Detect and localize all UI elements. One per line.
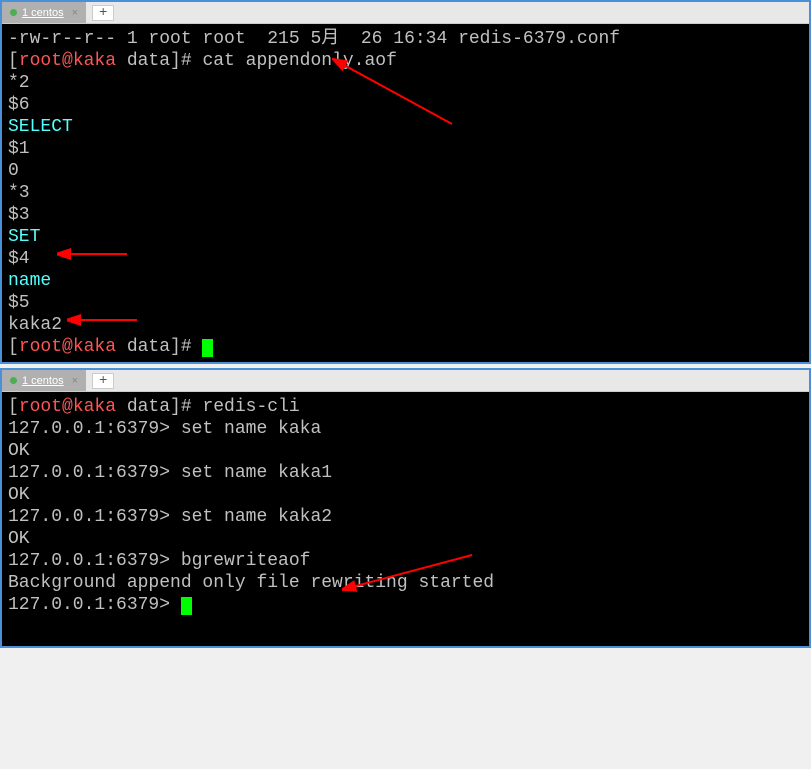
status-dot-icon bbox=[10, 9, 17, 16]
tab-label: 1 centos bbox=[22, 375, 64, 387]
output-line: OK bbox=[8, 528, 803, 550]
terminal-window-1: 1 centos × + -rw-r--r-- 1 root root 215 … bbox=[0, 0, 811, 364]
output-line: $3 bbox=[8, 204, 803, 226]
tab-bar-2: 1 centos × + bbox=[2, 370, 809, 392]
prompt-user: root@kaka bbox=[19, 397, 116, 417]
cursor-icon bbox=[181, 597, 192, 615]
terminal-body-2[interactable]: [root@kaka data]# redis-cli 127.0.0.1:63… bbox=[2, 392, 809, 646]
tab-centos-2[interactable]: 1 centos × bbox=[2, 370, 86, 391]
terminal-body-1[interactable]: -rw-r--r-- 1 root root 215 5月 26 16:34 r… bbox=[2, 24, 809, 362]
output-line: 127.0.0.1:6379> set name kaka bbox=[8, 418, 803, 440]
output-line: $1 bbox=[8, 138, 803, 160]
tab-centos-1[interactable]: 1 centos × bbox=[2, 2, 86, 23]
prompt-user: root@kaka bbox=[19, 337, 116, 357]
output-line: OK bbox=[8, 440, 803, 462]
close-icon[interactable]: × bbox=[72, 7, 78, 19]
output-line: kaka2 bbox=[8, 314, 803, 336]
terminal-window-2: 1 centos × + [root@kaka data]# redis-cli… bbox=[0, 368, 811, 648]
output-line: *2 bbox=[8, 72, 803, 94]
output-line: Background append only file rewriting st… bbox=[8, 572, 803, 594]
prompt-bracket: ]# bbox=[170, 337, 202, 357]
prompt-path: data bbox=[116, 397, 170, 417]
prompt-user: root@kaka bbox=[19, 51, 116, 71]
add-tab-button[interactable]: + bbox=[92, 5, 114, 21]
output-line: *3 bbox=[8, 182, 803, 204]
command-text: cat appendonly.aof bbox=[202, 51, 396, 71]
output-line: 127.0.0.1:6379> bbox=[8, 595, 181, 615]
prompt-bracket: [ bbox=[8, 337, 19, 357]
prompt-bracket: ]# bbox=[170, 397, 202, 417]
output-line: SELECT bbox=[8, 116, 803, 138]
cursor-icon bbox=[202, 339, 213, 357]
output-line: $4 bbox=[8, 248, 803, 270]
prompt-bracket: [ bbox=[8, 51, 19, 71]
output-line: OK bbox=[8, 484, 803, 506]
output-line: name bbox=[8, 270, 803, 292]
output-line: 127.0.0.1:6379> set name kaka2 bbox=[8, 506, 803, 528]
output-line: 0 bbox=[8, 160, 803, 182]
output-line: 127.0.0.1:6379> set name kaka1 bbox=[8, 462, 803, 484]
prompt-bracket: [ bbox=[8, 397, 19, 417]
prompt-bracket: ]# bbox=[170, 51, 202, 71]
tab-bar-1: 1 centos × + bbox=[2, 2, 809, 24]
file-perms: -rw-r--r-- bbox=[8, 29, 116, 49]
output-line: $6 bbox=[8, 94, 803, 116]
output-line: SET bbox=[8, 226, 803, 248]
output-line: $5 bbox=[8, 292, 803, 314]
prompt-path: data bbox=[116, 51, 170, 71]
tab-label: 1 centos bbox=[22, 7, 64, 19]
command-text: redis-cli bbox=[202, 397, 299, 417]
prompt-path: data bbox=[116, 337, 170, 357]
close-icon[interactable]: × bbox=[72, 375, 78, 387]
add-tab-button[interactable]: + bbox=[92, 373, 114, 389]
file-info: 1 root root 215 5月 26 16:34 redis-6379.c… bbox=[116, 29, 620, 49]
output-line: 127.0.0.1:6379> bgrewriteaof bbox=[8, 550, 803, 572]
status-dot-icon bbox=[10, 377, 17, 384]
